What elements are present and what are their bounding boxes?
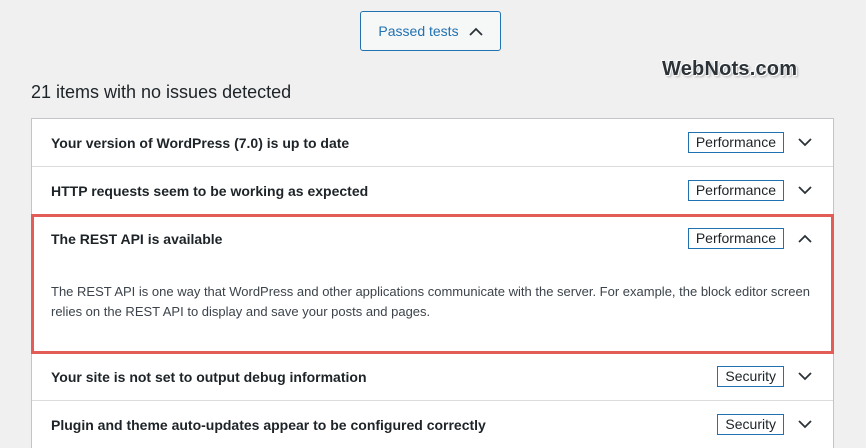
accordion-item-wordpress-version: Your version of WordPress (7.0) is up to… (32, 119, 833, 167)
item-title: The REST API is available (51, 230, 223, 247)
accordion-header[interactable]: Your version of WordPress (7.0) is up to… (32, 119, 833, 166)
accordion-header[interactable]: Your site is not set to output debug inf… (32, 353, 833, 400)
webnots-watermark: WebNots.com (662, 58, 798, 80)
accordion-item-auto-updates: Plugin and theme auto-updates appear to … (32, 401, 833, 448)
accordion-item-debug-information: Your site is not set to output debug inf… (32, 353, 833, 401)
accordion-header[interactable]: The REST API is available Performance (32, 215, 833, 262)
health-check-accordion: Your version of WordPress (7.0) is up to… (31, 118, 834, 448)
rest-api-description: The REST API is one way that WordPress a… (51, 284, 810, 319)
category-badge: Performance (687, 132, 784, 153)
category-badge: Performance (687, 228, 784, 249)
item-title: HTTP requests seem to be working as expe… (51, 182, 369, 199)
passed-tests-toggle-button[interactable]: Passed tests (360, 11, 501, 51)
accordion-item-rest-api: The REST API is available Performance Th… (31, 214, 834, 354)
item-title: Your site is not set to output debug inf… (51, 368, 367, 385)
chevron-up-icon (468, 27, 483, 36)
passed-tests-heading: 21 items with no issues detected (31, 82, 292, 102)
chevron-down-icon (798, 372, 812, 381)
category-badge: Security (717, 414, 784, 435)
accordion-item-http-requests: HTTP requests seem to be working as expe… (32, 167, 833, 215)
category-badge: Security (717, 366, 784, 387)
passed-tests-label: Passed tests (378, 23, 459, 39)
accordion-header[interactable]: Plugin and theme auto-updates appear to … (32, 401, 833, 448)
category-badge: Performance (687, 180, 784, 201)
chevron-down-icon (798, 138, 812, 147)
chevron-down-icon (798, 186, 812, 195)
item-title: Plugin and theme auto-updates appear to … (51, 416, 486, 433)
accordion-header[interactable]: HTTP requests seem to be working as expe… (32, 167, 833, 214)
chevron-up-icon (798, 234, 812, 243)
item-title: Your version of WordPress (7.0) is up to… (51, 134, 350, 151)
chevron-down-icon (798, 420, 812, 429)
